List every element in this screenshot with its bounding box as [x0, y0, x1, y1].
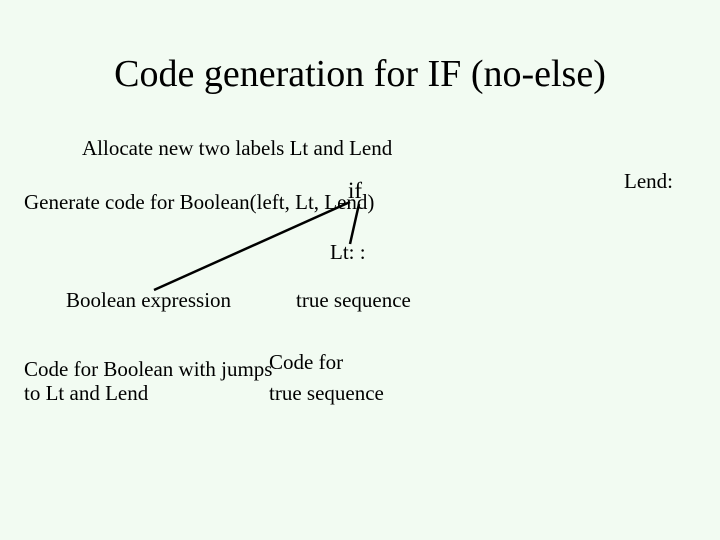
generate-code-text: Generate code for Boolean(left, Lt, Lend… — [24, 190, 374, 215]
if-node-label: if — [348, 178, 362, 204]
slide: Code generation for IF (no-else) Allocat… — [0, 0, 720, 540]
code-for-label: Code for — [269, 350, 343, 375]
slide-title: Code generation for IF (no-else) — [0, 52, 720, 96]
true-sequence-code-text: true sequence — [269, 381, 384, 406]
lt-node-label: Lt: : — [330, 240, 366, 265]
boolean-expression-text: Boolean expression — [66, 288, 231, 313]
boolean-jumps-line2: to Lt and Lend — [24, 381, 148, 406]
true-sequence-text: true sequence — [296, 288, 411, 313]
allocate-labels-text: Allocate new two labels Lt and Lend — [82, 136, 392, 161]
boolean-jumps-line1: Code for Boolean with jumps — [24, 357, 272, 382]
lend-label: Lend: — [624, 169, 673, 194]
